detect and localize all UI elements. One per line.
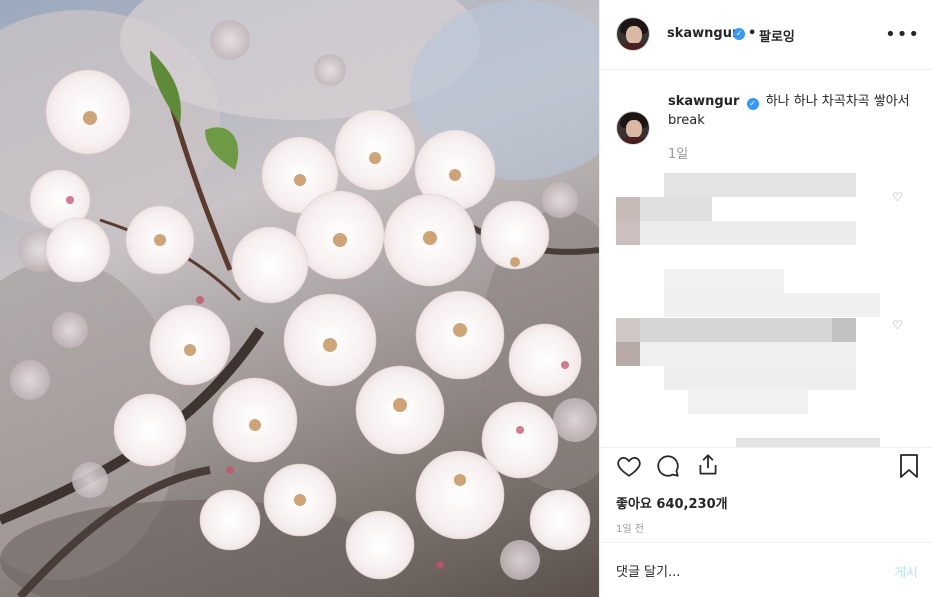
likes-count[interactable]: 좋아요 640,230개: [616, 493, 728, 512]
avatar[interactable]: [616, 17, 650, 51]
comment-text-blur: [640, 318, 856, 342]
verified-badge-icon: ✓: [733, 28, 745, 40]
post-photo[interactable]: [0, 0, 599, 597]
caption: skawngur ✓ 하나 하나 차곡차곡 쌓아서 break: [668, 92, 913, 130]
cherry-blossom-image: [0, 0, 599, 597]
post-timestamp[interactable]: 1일 전: [616, 520, 644, 535]
comment-icon[interactable]: [655, 453, 681, 479]
comment-input[interactable]: 댓글 달기...: [616, 561, 680, 580]
post-actions: 좋아요 640,230개 1일 전: [600, 447, 933, 542]
caption-time[interactable]: 1일: [668, 143, 688, 162]
separator-dot: •: [748, 26, 757, 41]
comment-avatar-blur: [616, 197, 640, 221]
bookmark-icon[interactable]: [897, 453, 921, 479]
share-icon[interactable]: [695, 452, 721, 478]
comment-like-icon[interactable]: ♡: [892, 190, 903, 204]
comment-bar: 댓글 달기... 게시: [600, 542, 933, 597]
post-header: skawngur ✓ • 팔로잉 •••: [600, 0, 933, 70]
more-options-icon[interactable]: •••: [885, 24, 920, 45]
post-comment-button[interactable]: 게시: [894, 562, 918, 581]
header-username[interactable]: skawngur: [667, 26, 738, 41]
comment-text-blur: [664, 173, 856, 197]
following-button[interactable]: 팔로잉: [759, 26, 795, 45]
caption-avatar[interactable]: [616, 111, 650, 145]
heart-icon[interactable]: [616, 453, 642, 479]
comment-avatar-blur: [616, 318, 640, 342]
comment-like-icon[interactable]: ♡: [892, 318, 903, 332]
post-sidebar: skawngur ✓ • 팔로잉 ••• skawngur ✓ 하나 하나 차곡…: [599, 0, 933, 597]
caption-verified-icon: ✓: [746, 98, 759, 110]
caption-username[interactable]: skawngur: [668, 94, 739, 109]
